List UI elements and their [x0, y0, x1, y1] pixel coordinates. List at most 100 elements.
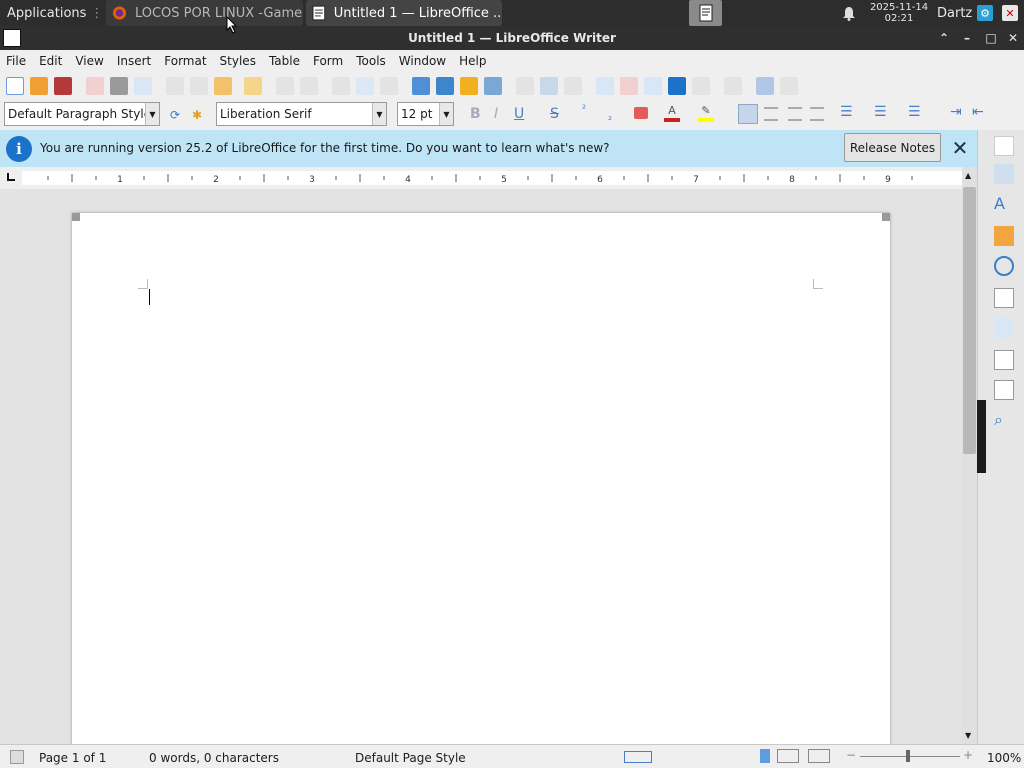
open-folder-icon[interactable] — [30, 77, 48, 95]
strikethrough-icon[interactable]: S — [550, 106, 559, 122]
track-changes-icon[interactable] — [724, 77, 742, 95]
align-left-icon[interactable] — [738, 104, 758, 124]
copy-icon[interactable] — [190, 77, 208, 95]
scrollbar-thumb[interactable] — [963, 187, 976, 454]
insert-textbox-icon[interactable] — [484, 77, 502, 95]
tab-stop-selector[interactable] — [7, 173, 15, 181]
paste-icon[interactable] — [214, 77, 232, 95]
decrease-indent-icon[interactable]: ⇤ — [972, 104, 984, 120]
multi-page-view-icon[interactable] — [777, 749, 799, 763]
find-icon[interactable]: ⌕ — [994, 410, 1014, 430]
design-icon[interactable] — [994, 380, 1014, 400]
undo-icon[interactable] — [276, 77, 294, 95]
page-break-icon[interactable] — [516, 77, 534, 95]
window-shade-button[interactable]: ⌃ — [933, 26, 955, 50]
clone-formatting-icon[interactable] — [244, 77, 262, 95]
scroll-up-icon[interactable]: ▲ — [965, 171, 971, 180]
italic-icon[interactable]: I — [494, 106, 498, 122]
zoom-level[interactable]: 100% — [987, 751, 1021, 765]
zoom-slider[interactable] — [860, 756, 960, 757]
bullet-list-icon[interactable]: ☰ — [840, 104, 853, 120]
save-icon[interactable] — [54, 77, 72, 95]
align-center-icon[interactable] — [764, 107, 778, 121]
chevron-down-icon[interactable]: ▼ — [145, 103, 159, 125]
book-view-icon[interactable] — [808, 749, 830, 763]
word-count[interactable]: 0 words, 0 characters — [149, 751, 279, 765]
print-preview-icon[interactable] — [134, 77, 152, 95]
vertical-scrollbar[interactable]: ▲ ▼ — [962, 167, 977, 744]
taskbar-window-browser[interactable]: LOCOS POR LINUX -Game... — [106, 0, 303, 26]
zoom-out-icon[interactable]: − — [846, 748, 856, 762]
insert-image-icon[interactable] — [436, 77, 454, 95]
menu-tools[interactable]: Tools — [356, 54, 386, 68]
close-icon[interactable]: ✕ — [949, 135, 971, 161]
menu-table[interactable]: Table — [269, 54, 300, 68]
styles-icon[interactable]: A — [994, 194, 1014, 214]
menu-help[interactable]: Help — [459, 54, 486, 68]
window-titlebar[interactable]: Untitled 1 — LibreOffice Writer ⌃ – □ ✕ — [0, 26, 1024, 50]
clear-formatting-icon[interactable] — [634, 107, 648, 119]
style-inspector-icon[interactable] — [994, 318, 1014, 338]
release-notes-button[interactable]: Release Notes — [844, 133, 941, 162]
menu-file[interactable]: File — [6, 54, 26, 68]
clock[interactable]: 2025-11-14 02:21 — [866, 0, 932, 26]
scroll-down-icon[interactable]: ▼ — [965, 731, 971, 740]
properties-icon[interactable] — [994, 164, 1014, 184]
chevron-down-icon[interactable]: ▼ — [372, 103, 386, 125]
special-character-icon[interactable] — [564, 77, 582, 95]
applications-menu-button[interactable]: Applications ⋮ — [0, 0, 103, 26]
page-style[interactable]: Default Page Style — [355, 751, 466, 765]
redo-icon[interactable] — [300, 77, 318, 95]
update-style-icon[interactable]: ⟳ — [170, 108, 184, 122]
font-color-icon[interactable]: A — [664, 104, 680, 122]
subscript-icon[interactable]: ₂ — [608, 112, 612, 123]
chevron-down-icon[interactable]: ▼ — [439, 103, 453, 125]
superscript-icon[interactable]: ² — [582, 104, 586, 115]
new-style-icon[interactable]: ✱ — [192, 108, 206, 122]
menu-insert[interactable]: Insert — [117, 54, 151, 68]
justify-icon[interactable] — [810, 107, 824, 121]
notifications-button[interactable] — [840, 0, 858, 26]
menu-form[interactable]: Form — [313, 54, 343, 68]
align-right-icon[interactable] — [788, 107, 802, 121]
page-count[interactable]: Page 1 of 1 — [39, 751, 106, 765]
numbered-list-icon[interactable]: ☰ — [874, 104, 887, 120]
workspace-switcher[interactable] — [689, 0, 722, 26]
sidebar-collapse-handle[interactable] — [977, 400, 986, 473]
comment-icon[interactable] — [692, 77, 710, 95]
cross-reference-icon[interactable] — [668, 77, 686, 95]
font-name-combo[interactable]: Liberation Serif ▼ — [216, 102, 387, 126]
selection-mode-icon[interactable] — [624, 751, 652, 763]
manage-changes-icon[interactable] — [994, 350, 1014, 370]
bold-icon[interactable]: B — [470, 106, 481, 122]
cut-icon[interactable] — [166, 77, 184, 95]
taskbar-window-writer[interactable]: Untitled 1 — LibreOffice ... — [306, 0, 502, 26]
insert-table-icon[interactable] — [412, 77, 430, 95]
find-replace-icon[interactable] — [332, 77, 350, 95]
window-minimize-button[interactable]: – — [956, 26, 978, 50]
menu-styles[interactable]: Styles — [220, 54, 256, 68]
sidebar-menu-icon[interactable] — [994, 136, 1014, 156]
font-size-combo[interactable]: 12 pt ▼ — [397, 102, 454, 126]
single-page-view-icon[interactable] — [760, 749, 770, 763]
zoom-in-icon[interactable]: + — [963, 748, 973, 762]
spelling-icon[interactable] — [356, 77, 374, 95]
menu-format[interactable]: Format — [164, 54, 206, 68]
window-maximize-button[interactable]: □ — [980, 26, 1002, 50]
highlight-color-icon[interactable]: ✎ — [698, 104, 714, 122]
bookmark-icon[interactable] — [644, 77, 662, 95]
navigator-icon[interactable] — [994, 256, 1014, 276]
zoom-slider-thumb[interactable] — [906, 750, 910, 762]
formatting-marks-icon[interactable] — [380, 77, 398, 95]
menu-view[interactable]: View — [75, 54, 103, 68]
horizontal-ruler[interactable]: 1 2 3 4 5 6 7 8 9 — [0, 167, 977, 189]
basic-shapes-icon[interactable] — [780, 77, 798, 95]
document-canvas[interactable] — [0, 189, 962, 744]
hyperlink-icon[interactable] — [596, 77, 614, 95]
line-icon[interactable] — [756, 77, 774, 95]
print-icon[interactable] — [110, 77, 128, 95]
new-document-icon[interactable] — [6, 77, 24, 95]
paragraph-style-combo[interactable]: Default Paragraph Style ▼ — [4, 102, 160, 126]
export-pdf-icon[interactable] — [86, 77, 104, 95]
insert-field-icon[interactable] — [540, 77, 558, 95]
